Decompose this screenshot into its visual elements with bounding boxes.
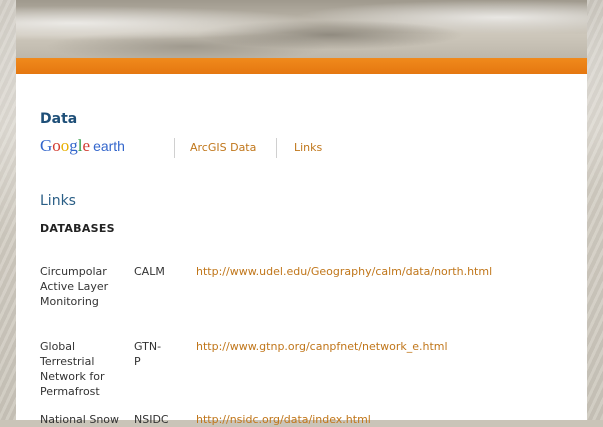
database-name: Global Terrestrial Network for Permafros…	[40, 340, 105, 398]
header-banner-image	[16, 0, 587, 58]
tab-arcgis-data[interactable]: ArcGIS Data	[190, 141, 256, 154]
tab-links[interactable]: Links	[294, 141, 322, 154]
databases-heading: DATABASES	[40, 222, 115, 235]
links-heading: Links	[40, 193, 76, 209]
database-name: Circumpolar Active Layer Monitoring	[40, 265, 109, 308]
database-link[interactable]: http://www.gtnp.org/canpfnet/network_e.h…	[196, 339, 448, 354]
header-accent-bar	[16, 58, 587, 74]
google-logo: Google	[40, 136, 91, 155]
database-abbreviation: GTN-P	[134, 340, 162, 368]
google-earth-tab[interactable]: Google earth	[40, 136, 125, 156]
tab-divider	[276, 138, 277, 158]
section-title: Data	[40, 111, 78, 127]
database-link[interactable]: http://www.udel.edu/Geography/calm/data/…	[196, 264, 492, 279]
earth-wordmark: earth	[93, 138, 125, 154]
tab-divider	[174, 138, 175, 158]
database-abbreviation: CALM	[134, 265, 165, 278]
